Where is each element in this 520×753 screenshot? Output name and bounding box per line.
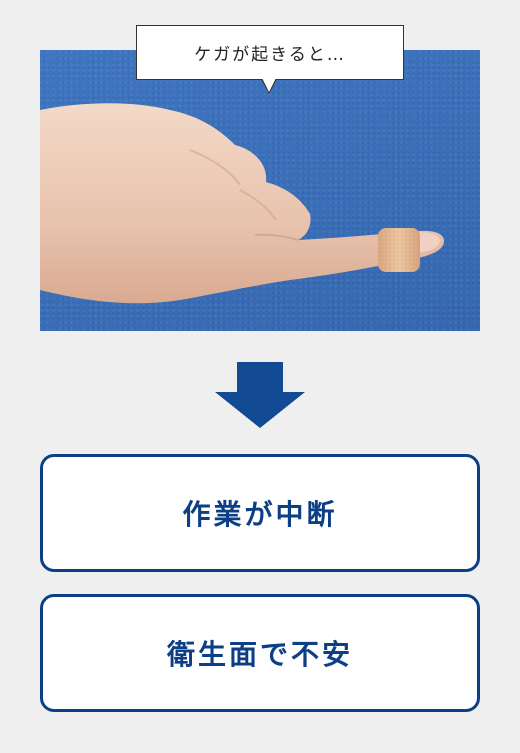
speech-bubble-tail-fill [262, 78, 276, 92]
result-label: 作業が中断 [182, 498, 338, 531]
speech-bubble: ケガが起きると… [136, 25, 404, 80]
hand-bandage-photo [40, 50, 480, 331]
speech-bubble-text: ケガが起きると… [194, 45, 346, 65]
result-label: 衛生面で不安 [166, 638, 353, 671]
down-arrow-icon [215, 362, 305, 428]
bandage-icon [378, 228, 420, 272]
result-work-interrupted: 作業が中断 [40, 454, 480, 572]
hand-illustration [40, 103, 445, 304]
result-hygiene-concern: 衛生面で不安 [40, 594, 480, 712]
